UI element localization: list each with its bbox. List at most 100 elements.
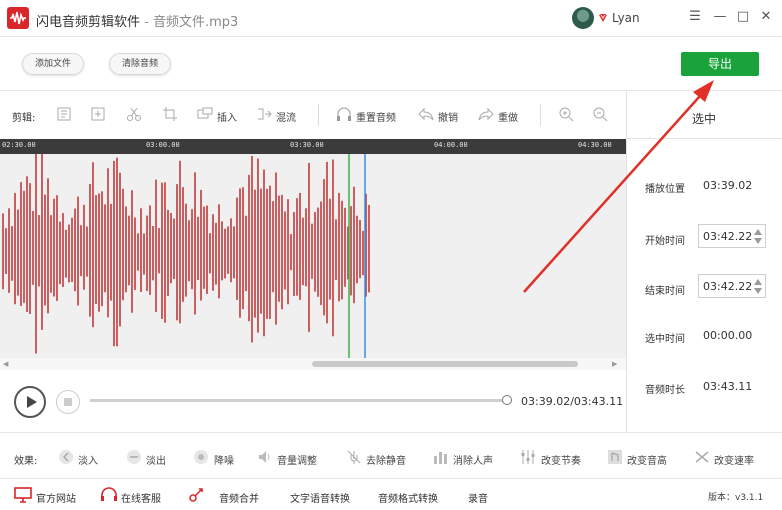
close-icon[interactable]: ✕ — [758, 9, 774, 25]
volume-icon[interactable] — [257, 449, 273, 465]
record-link[interactable]: 录音 — [468, 490, 488, 505]
customer-service-icon[interactable] — [100, 487, 118, 503]
headphones-icon[interactable] — [336, 106, 352, 122]
mix-icon[interactable] — [256, 106, 272, 122]
change-tempo-button[interactable]: 改变节奏 — [541, 452, 581, 467]
start-time-input[interactable]: 03:42.22 — [698, 224, 766, 248]
speed-icon[interactable] — [694, 449, 710, 465]
add-file-button[interactable]: 添加文件 — [22, 53, 84, 75]
spin-up-icon[interactable] — [754, 229, 762, 235]
end-time-label: 结束时间 — [645, 286, 685, 297]
horizontal-scrollbar[interactable]: ◀ ▶ — [0, 358, 626, 370]
waveform[interactable] — [0, 153, 626, 358]
cut-icon[interactable] — [126, 106, 142, 122]
redo-icon[interactable] — [478, 106, 494, 122]
add-segment-icon[interactable] — [90, 106, 106, 122]
fade-out-button[interactable]: 淡出 — [146, 452, 166, 467]
undo-button[interactable]: 撤销 — [438, 109, 458, 124]
playback-progress-handle[interactable] — [502, 395, 512, 405]
timeline-tick: 03:00.00 — [146, 141, 180, 149]
export-button[interactable]: 导出 — [681, 52, 759, 76]
timeline-tick: 02:30.00 — [2, 141, 36, 149]
mute-icon[interactable] — [346, 449, 362, 465]
timeline-tick: 03:30.00 — [290, 141, 324, 149]
format-convert-link[interactable]: 音频格式转换 — [378, 490, 438, 505]
fade-in-button[interactable]: 淡入 — [78, 452, 98, 467]
tempo-icon[interactable] — [520, 449, 536, 465]
official-website-link[interactable]: 官方网站 — [36, 490, 76, 505]
end-time-value: 03:42.22 — [703, 280, 753, 293]
remove-vocals-button[interactable]: 消除人声 — [453, 452, 493, 467]
app-name: 闪电音频剪辑软件 — [36, 15, 141, 30]
user-avatar[interactable] — [572, 7, 594, 29]
voice-remove-icon[interactable] — [433, 449, 449, 465]
stop-button[interactable] — [56, 390, 80, 414]
app-window: 闪电音频剪辑软件 - 音频文件.mp3 Lyan ☰ — □ ✕ 添加文件 清除… — [0, 0, 782, 510]
end-time-input[interactable]: 03:42.22 — [698, 274, 766, 298]
app-logo-icon — [7, 7, 29, 29]
insert-button[interactable]: 插入 — [217, 109, 237, 124]
divider — [0, 432, 782, 433]
version-text: 版本：v3.1.1 — [708, 493, 764, 503]
website-icon[interactable] — [14, 487, 32, 503]
scroll-right-icon[interactable]: ▶ — [612, 360, 617, 368]
undo-icon[interactable] — [418, 106, 434, 122]
toolbar-divider — [318, 104, 319, 126]
insert-icon[interactable] — [197, 106, 213, 122]
file-name: 音频文件.mp3 — [153, 15, 239, 30]
timeline-tick: 04:00.00 — [434, 141, 468, 149]
start-time-label: 开始时间 — [645, 236, 685, 247]
effects-label: 效果: — [14, 456, 38, 467]
selection-panel-title: 选中 — [691, 112, 716, 126]
window-title: 闪电音频剪辑软件 - 音频文件.mp3 — [36, 11, 238, 30]
timeline-tick: 04:30.00 — [578, 141, 612, 149]
redo-button[interactable]: 重做 — [498, 109, 518, 124]
maximize-icon[interactable]: □ — [735, 9, 751, 25]
playback-progress-bar[interactable] — [90, 399, 506, 402]
audio-merge-link[interactable]: 音频合并 — [219, 490, 259, 505]
username[interactable]: Lyan — [612, 11, 640, 25]
play-position-value: 03:39.02 — [703, 179, 753, 192]
selected-time-value: 00:00.00 — [703, 329, 753, 342]
play-position-label: 播放位置 — [645, 184, 685, 195]
toolbar-divider — [540, 104, 541, 126]
play-button[interactable] — [14, 386, 46, 418]
vip-badge-icon — [599, 14, 607, 22]
title-separator: - — [144, 15, 149, 30]
mix-button[interactable]: 混流 — [276, 109, 296, 124]
menu-icon[interactable]: ☰ — [687, 9, 703, 25]
spin-down-icon[interactable] — [754, 288, 762, 294]
duration-label: 音频时长 — [645, 385, 685, 396]
change-speed-button[interactable]: 改变速率 — [714, 452, 754, 467]
select-all-icon[interactable] — [56, 106, 72, 122]
toolbar-label: 剪辑: — [12, 113, 36, 124]
change-pitch-button[interactable]: 改变音高 — [627, 452, 667, 467]
fade-in-icon[interactable] — [58, 449, 74, 465]
timeline-ruler[interactable]: 02:30.00 03:00.00 03:30.00 04:00.00 04:3… — [0, 139, 626, 154]
online-support-link[interactable]: 在线客服 — [121, 490, 161, 505]
scroll-thumb[interactable] — [312, 361, 578, 367]
start-time-value: 03:42.22 — [703, 230, 753, 243]
remove-silence-button[interactable]: 去除静音 — [366, 452, 406, 467]
spin-down-icon[interactable] — [754, 238, 762, 244]
noise-reduction-button[interactable]: 降噪 — [214, 452, 234, 467]
crop-icon[interactable] — [162, 106, 178, 122]
selected-time-label: 选中时间 — [645, 334, 685, 345]
scroll-left-icon[interactable]: ◀ — [3, 360, 8, 368]
reset-audio-button[interactable]: 重置音频 — [356, 109, 396, 124]
fade-out-icon[interactable] — [126, 449, 142, 465]
divider — [627, 138, 782, 139]
zoom-in-icon[interactable] — [558, 106, 574, 122]
duration-value: 03:43.11 — [703, 380, 753, 393]
volume-adjust-button[interactable]: 音量调整 — [277, 452, 317, 467]
merge-icon[interactable] — [188, 487, 206, 503]
zoom-out-icon[interactable] — [592, 106, 608, 122]
minimize-icon[interactable]: — — [712, 9, 728, 25]
waveform-area[interactable] — [0, 153, 626, 358]
title-bar: 闪电音频剪辑软件 - 音频文件.mp3 Lyan ☰ — □ ✕ — [0, 0, 782, 37]
noise-reduction-icon[interactable] — [193, 449, 209, 465]
pitch-icon[interactable] — [607, 449, 623, 465]
text-to-speech-link[interactable]: 文字语音转换 — [290, 490, 350, 505]
spin-up-icon[interactable] — [754, 279, 762, 285]
clear-audio-button[interactable]: 清除音频 — [109, 53, 171, 75]
